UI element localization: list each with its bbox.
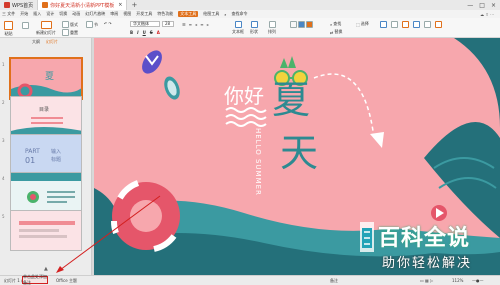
watermark-logo: 百科全说 助你轻松解决 [360,222,500,274]
wps-presentation-window: WPS首页 你好夏天清新小清新PPT模板 × + — □ × 三 文件 开始 插… [0,0,500,285]
watermark-main-text: 百科全说 [378,226,471,251]
watermark-sub-text: 助你轻松解决 [382,256,473,271]
